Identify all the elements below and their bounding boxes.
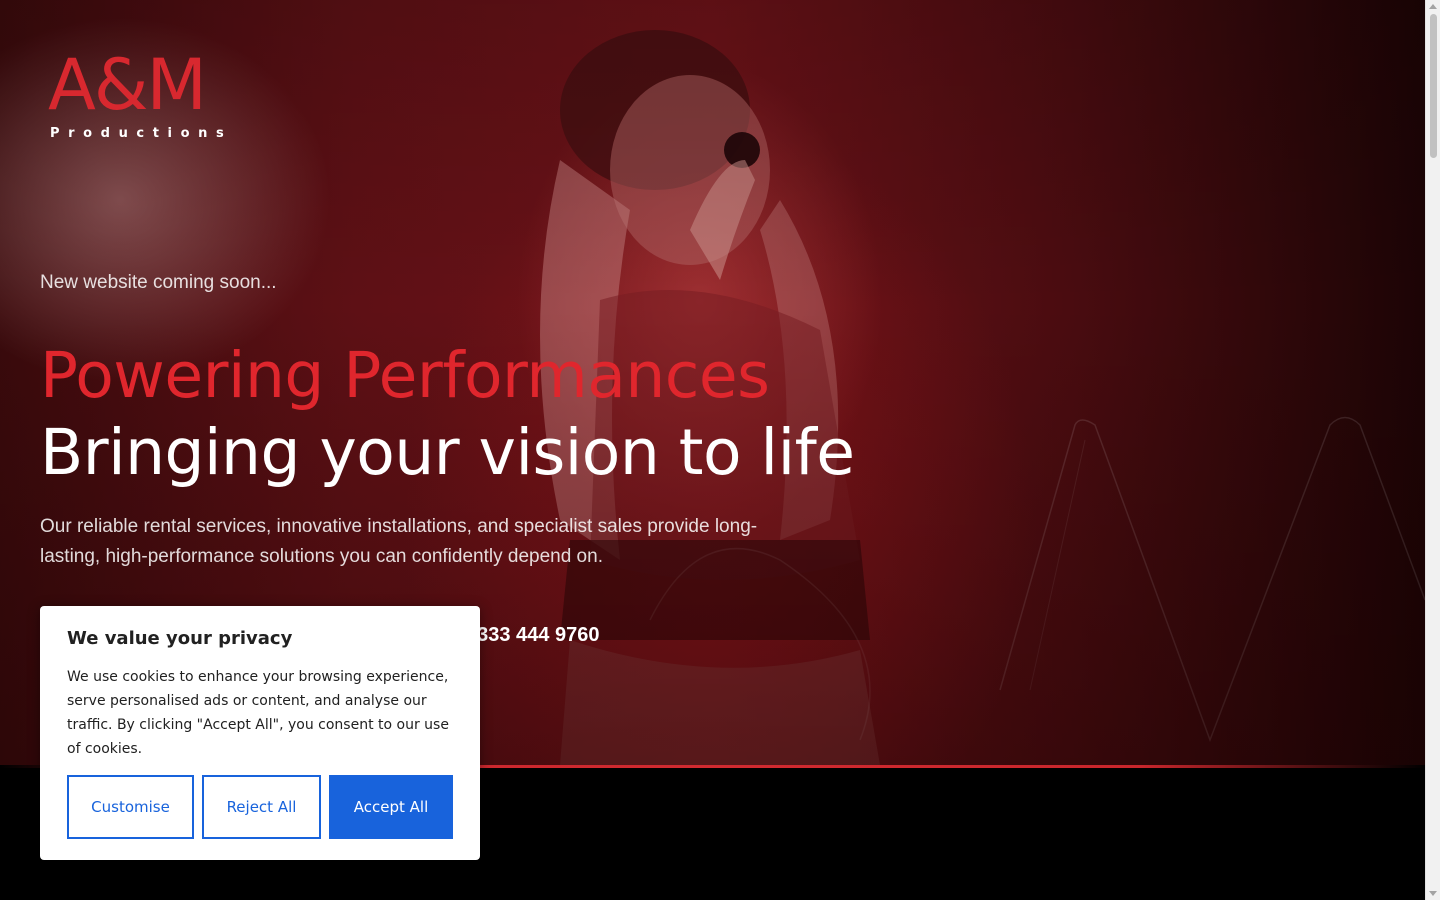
vertical-scrollbar[interactable] (1425, 0, 1440, 900)
scroll-down-arrow-icon[interactable] (1429, 891, 1437, 896)
logo-subtitle: Productions (50, 126, 233, 141)
hero-intro-text: Our reliable rental services, innovative… (40, 516, 758, 567)
logo-mark: A&M (48, 44, 207, 126)
customise-button[interactable]: Customise (67, 775, 194, 839)
phone-link[interactable]: 0333 444 9760 (466, 624, 599, 647)
page-viewport: A&M Productions New website coming soon.… (0, 0, 1425, 900)
company-logo[interactable]: A&M Productions (48, 50, 224, 142)
cookie-title: We value your privacy (67, 628, 293, 649)
reject-all-button[interactable]: Reject All (202, 775, 321, 839)
scrollbar-thumb[interactable] (1430, 14, 1437, 158)
cookie-consent-banner: We value your privacy We use cookies to … (40, 606, 480, 860)
accept-all-button[interactable]: Accept All (329, 775, 453, 839)
cookie-description: We use cookies to enhance your browsing … (67, 669, 449, 757)
scroll-up-arrow-icon[interactable] (1429, 4, 1437, 9)
headline-secondary: Bringing your vision to life (40, 416, 855, 489)
headline-primary: Powering Performances (40, 339, 770, 412)
coming-soon-text: New website coming soon... (40, 272, 277, 293)
cookie-button-group: Customise Reject All Accept All (67, 775, 453, 839)
